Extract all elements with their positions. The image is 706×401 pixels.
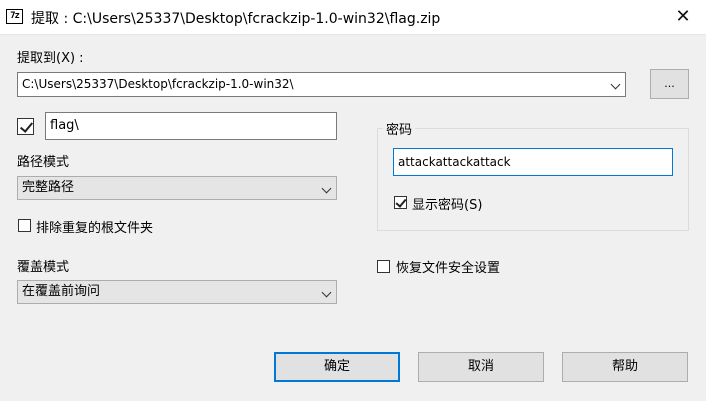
- cancel-button[interactable]: 取消: [418, 352, 544, 382]
- extract-path-value: C:\Users\25337\Desktop\fcrackzip-1.0-win…: [22, 77, 294, 91]
- path-mode-value: 完整路径: [22, 180, 75, 195]
- subfolder-checkbox[interactable]: [17, 118, 34, 135]
- chevron-down-icon: [321, 183, 332, 194]
- title-bar: 7z 提取 : C:\Users\25337\Desktop\fcrackzip…: [0, 0, 706, 35]
- show-password-checkbox[interactable]: [394, 196, 407, 209]
- password-group-label: 密码: [383, 119, 416, 138]
- show-password-label[interactable]: 显示密码(S): [412, 194, 482, 213]
- path-mode-label: 路径模式: [17, 155, 70, 170]
- overwrite-mode-value: 在覆盖前询问: [22, 284, 101, 299]
- window-title: 提取 : C:\Users\25337\Desktop\fcrackzip-1.…: [31, 11, 441, 27]
- extract-path-combobox[interactable]: C:\Users\25337\Desktop\fcrackzip-1.0-win…: [17, 72, 626, 97]
- close-button[interactable]: ✕: [660, 0, 706, 34]
- chevron-down-icon: [321, 287, 332, 298]
- browse-button[interactable]: ...: [650, 69, 689, 99]
- help-button[interactable]: 帮助: [562, 352, 688, 382]
- overwrite-mode-dropdown[interactable]: 在覆盖前询问: [17, 280, 337, 304]
- 7zip-app-icon: 7z: [6, 9, 23, 24]
- restore-security-label[interactable]: 恢复文件安全设置: [396, 257, 500, 276]
- password-group: [377, 128, 689, 231]
- close-icon: ✕: [675, 6, 691, 27]
- subfolder-name-value: flag\: [50, 118, 79, 133]
- exclude-root-label[interactable]: 排除重复的根文件夹: [36, 217, 153, 236]
- exclude-root-checkbox[interactable]: [18, 219, 31, 232]
- restore-security-checkbox[interactable]: [377, 260, 390, 273]
- ok-button[interactable]: 确定: [274, 352, 400, 382]
- overwrite-mode-label: 覆盖模式: [17, 260, 70, 275]
- path-mode-dropdown[interactable]: 完整路径: [17, 176, 337, 200]
- password-input[interactable]: attackattackattack: [393, 148, 673, 176]
- password-value: attackattackattack: [398, 155, 511, 169]
- chevron-down-icon: [610, 79, 621, 90]
- extract-to-label: 提取到(X) :: [17, 51, 84, 66]
- subfolder-name-input[interactable]: flag\: [45, 112, 337, 140]
